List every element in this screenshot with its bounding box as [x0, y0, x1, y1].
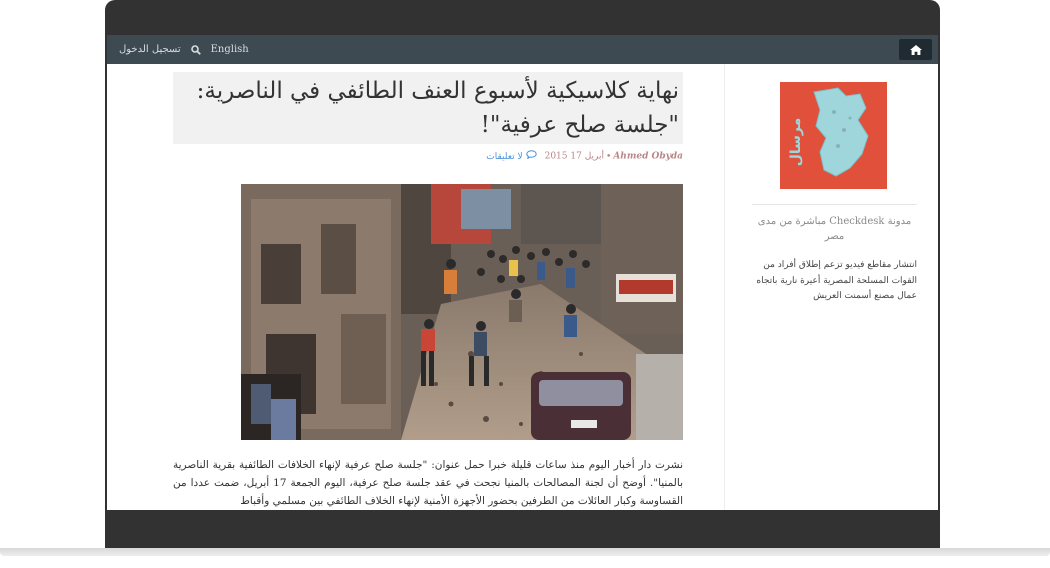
- comment-icon: [525, 150, 537, 162]
- sidebar-heading[interactable]: مدونة Checkdesk مباشرة من مدى مصر: [752, 214, 917, 244]
- comments-link[interactable]: لا تعليقات: [486, 150, 537, 162]
- post-title[interactable]: نهاية كلاسيكية لأسبوع العنف الطائفي في ا…: [173, 72, 683, 142]
- login-link[interactable]: تسجيل الدخول: [119, 44, 181, 55]
- home-icon: [909, 44, 922, 55]
- device-base-shadow: [0, 548, 1050, 556]
- meta-separator: •: [605, 151, 612, 162]
- logo-wordmark: مرسال: [788, 118, 804, 167]
- browser-screen: تسجيل الدخول English نهاية كلاسيكية لأسب…: [107, 35, 938, 510]
- post-author-link[interactable]: Ahmed Obyda: [613, 152, 683, 162]
- comments-label: لا تعليقات: [486, 151, 523, 162]
- post-meta: Ahmed Obyda•أبريل 17 2015 لا تعليقات: [173, 150, 683, 166]
- site-logo[interactable]: مرسال: [780, 82, 887, 189]
- article-column: نهاية كلاسيكية لأسبوع العنف الطائفي في ا…: [107, 64, 725, 510]
- nav-left-group: تسجيل الدخول English: [119, 35, 249, 64]
- page-content: نهاية كلاسيكية لأسبوع العنف الطائفي في ا…: [107, 64, 938, 510]
- top-navbar: تسجيل الدخول English: [107, 35, 938, 64]
- sidebar-divider: [752, 204, 917, 205]
- article-photo: [241, 184, 683, 440]
- sidebar-news-item[interactable]: انتشار مقاطع فيديو تزعم إطلاق أفراد من ا…: [752, 258, 917, 305]
- article-body: نشرت دار أخبار اليوم منذ ساعات قليلة خبر…: [173, 459, 683, 507]
- home-button[interactable]: [899, 39, 932, 60]
- sidebar: مرسال مدونة Checkdesk مباشرة من مدى مصر …: [726, 64, 938, 510]
- title-box: نهاية كلاسيكية لأسبوع العنف الطائفي في ا…: [173, 72, 683, 144]
- language-switch-link[interactable]: English: [211, 44, 249, 55]
- post-date: أبريل 17 2015: [544, 151, 604, 162]
- search-icon[interactable]: [190, 44, 201, 55]
